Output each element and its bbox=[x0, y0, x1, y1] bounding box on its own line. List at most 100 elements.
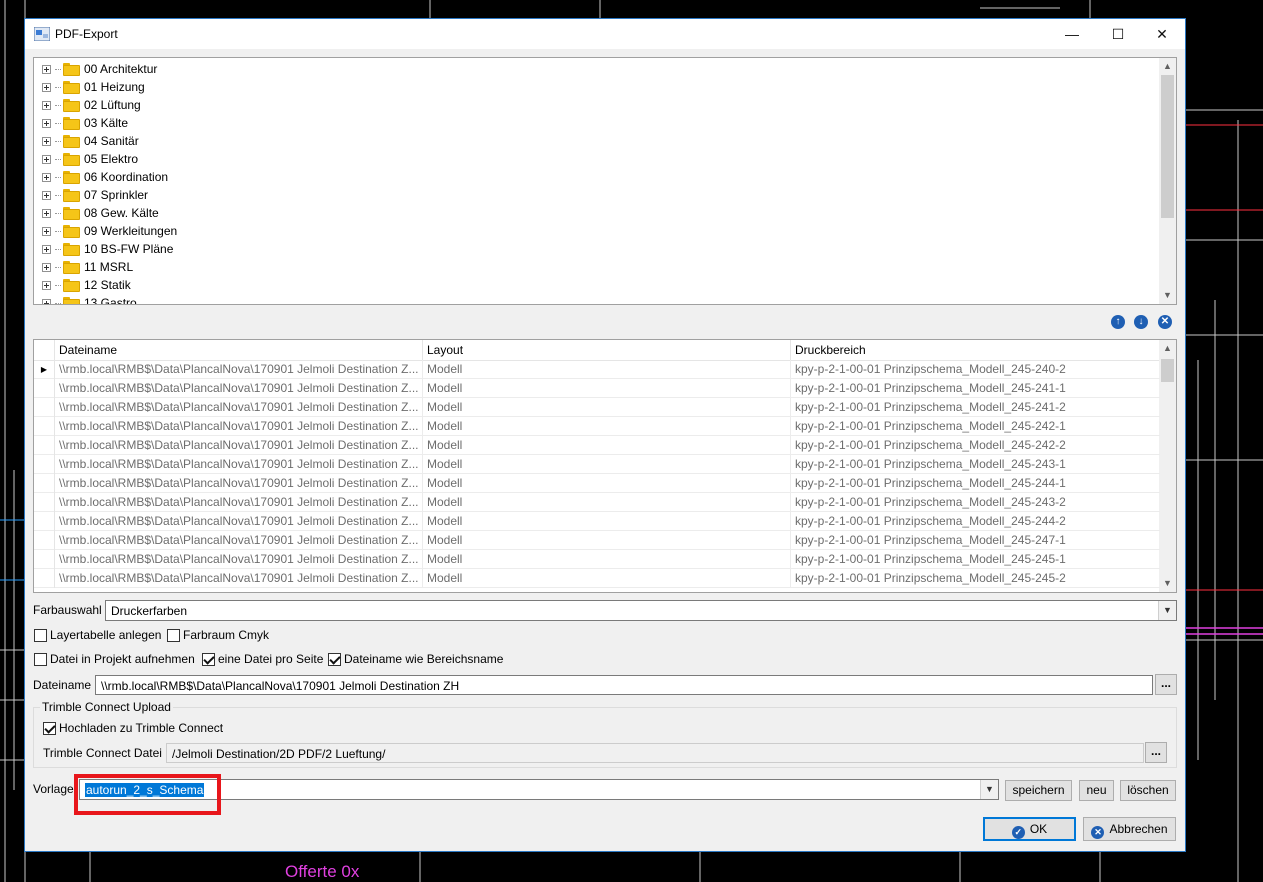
cell-dateiname[interactable]: \\rmb.local\RMB$\Data\PlancalNova\170901… bbox=[55, 569, 423, 588]
expand-plus-icon[interactable] bbox=[42, 82, 51, 92]
expand-plus-icon[interactable] bbox=[42, 298, 51, 304]
cell-dateiname[interactable]: \\rmb.local\RMB$\Data\PlancalNova\170901… bbox=[55, 531, 423, 550]
cancel-button[interactable]: ✕ Abbrechen bbox=[1083, 817, 1176, 841]
cell-layout[interactable]: Modell bbox=[423, 550, 791, 569]
scroll-up-arrow-icon[interactable]: ▲ bbox=[1159, 58, 1176, 75]
cell-dateiname[interactable]: \\rmb.local\RMB$\Data\PlancalNova\170901… bbox=[55, 360, 423, 379]
cell-layout[interactable]: Modell bbox=[423, 474, 791, 493]
arrow-down-icon[interactable]: ↓ bbox=[1134, 315, 1148, 329]
row-header[interactable] bbox=[34, 436, 55, 455]
row-header[interactable] bbox=[34, 417, 55, 436]
table-row[interactable]: \\rmb.local\RMB$\Data\PlancalNova\170901… bbox=[34, 474, 1160, 493]
export-grid[interactable]: Dateiname Layout Druckbereich ▲ ▼ ▶ \\rmb… bbox=[33, 339, 1177, 593]
tree-item[interactable]: 03 Kälte bbox=[42, 114, 128, 132]
trimble-browse-button[interactable]: ... bbox=[1145, 742, 1167, 763]
row-header[interactable] bbox=[34, 455, 55, 474]
row-header[interactable] bbox=[34, 531, 55, 550]
table-row[interactable]: \\rmb.local\RMB$\Data\PlancalNova\170901… bbox=[34, 531, 1160, 550]
tree-item[interactable]: 10 BS-FW Pläne bbox=[42, 240, 173, 258]
scroll-thumb[interactable] bbox=[1161, 359, 1174, 382]
name-as-area-box[interactable] bbox=[328, 652, 341, 666]
cell-druckbereich[interactable]: kpy-p-2-1-00-01 Prinzipschema_Modell_245… bbox=[791, 455, 1160, 474]
scroll-up-arrow-icon[interactable]: ▲ bbox=[1159, 340, 1176, 357]
table-row[interactable]: \\rmb.local\RMB$\Data\PlancalNova\170901… bbox=[34, 550, 1160, 569]
color-select[interactable]: Druckerfarben ▼ bbox=[105, 600, 1177, 621]
cell-layout[interactable]: Modell bbox=[423, 512, 791, 531]
scroll-down-arrow-icon[interactable]: ▼ bbox=[1159, 575, 1176, 592]
table-row[interactable]: \\rmb.local\RMB$\Data\PlancalNova\170901… bbox=[34, 512, 1160, 531]
scroll-thumb[interactable] bbox=[1161, 75, 1174, 218]
cell-druckbereich[interactable]: kpy-p-2-1-00-01 Prinzipschema_Modell_245… bbox=[791, 379, 1160, 398]
cell-druckbereich[interactable]: kpy-p-2-1-00-01 Prinzipschema_Modell_245… bbox=[791, 360, 1160, 379]
minimize-button[interactable]: — bbox=[1049, 19, 1095, 49]
cell-druckbereich[interactable]: kpy-p-2-1-00-01 Prinzipschema_Modell_245… bbox=[791, 569, 1160, 588]
template-new-button[interactable]: neu bbox=[1079, 780, 1114, 801]
name-as-area-checkbox[interactable]: Dateiname wie Bereichsname bbox=[328, 652, 503, 666]
tree-item[interactable]: 09 Werkleitungen bbox=[42, 222, 177, 240]
table-row[interactable]: \\rmb.local\RMB$\Data\PlancalNova\170901… bbox=[34, 417, 1160, 436]
cell-dateiname[interactable]: \\rmb.local\RMB$\Data\PlancalNova\170901… bbox=[55, 455, 423, 474]
cell-druckbereich[interactable]: kpy-p-2-1-00-01 Prinzipschema_Modell_245… bbox=[791, 398, 1160, 417]
trimble-file-input[interactable]: /Jelmoli Destination/2D PDF/2 Lueftung/ bbox=[166, 743, 1144, 763]
expand-plus-icon[interactable] bbox=[42, 208, 51, 218]
expand-plus-icon[interactable] bbox=[42, 136, 51, 146]
tree-item[interactable]: 04 Sanitär bbox=[42, 132, 139, 150]
expand-plus-icon[interactable] bbox=[42, 280, 51, 290]
cell-layout[interactable]: Modell bbox=[423, 531, 791, 550]
cell-layout[interactable]: Modell bbox=[423, 379, 791, 398]
add-to-project-checkbox[interactable]: Datei in Projekt aufnehmen bbox=[34, 652, 195, 666]
table-row[interactable]: \\rmb.local\RMB$\Data\PlancalNova\170901… bbox=[34, 436, 1160, 455]
cell-dateiname[interactable]: \\rmb.local\RMB$\Data\PlancalNova\170901… bbox=[55, 398, 423, 417]
cell-layout[interactable]: Modell bbox=[423, 455, 791, 474]
one-file-per-page-box[interactable] bbox=[202, 652, 215, 666]
cell-dateiname[interactable]: \\rmb.local\RMB$\Data\PlancalNova\170901… bbox=[55, 474, 423, 493]
grid-scrollbar[interactable]: ▲ ▼ bbox=[1159, 340, 1176, 592]
row-header[interactable] bbox=[34, 550, 55, 569]
ok-button[interactable]: ✓ OK bbox=[983, 817, 1076, 841]
row-header[interactable] bbox=[34, 379, 55, 398]
template-delete-button[interactable]: löschen bbox=[1120, 780, 1176, 801]
expand-plus-icon[interactable] bbox=[42, 64, 51, 74]
row-header[interactable] bbox=[34, 569, 55, 588]
cmyk-box[interactable] bbox=[167, 628, 180, 642]
tree-item[interactable]: 02 Lüftung bbox=[42, 96, 141, 114]
cell-druckbereich[interactable]: kpy-p-2-1-00-01 Prinzipschema_Modell_245… bbox=[791, 512, 1160, 531]
table-row[interactable]: \\rmb.local\RMB$\Data\PlancalNova\170901… bbox=[34, 455, 1160, 474]
cell-layout[interactable]: Modell bbox=[423, 436, 791, 455]
tree-item[interactable]: 00 Architektur bbox=[42, 60, 157, 78]
cmyk-checkbox[interactable]: Farbraum Cmyk bbox=[167, 628, 269, 642]
cell-druckbereich[interactable]: kpy-p-2-1-00-01 Prinzipschema_Modell_245… bbox=[791, 436, 1160, 455]
filename-browse-button[interactable]: ... bbox=[1155, 674, 1177, 695]
table-row[interactable]: ▶ \\rmb.local\RMB$\Data\PlancalNova\17090… bbox=[34, 360, 1160, 379]
chevron-down-icon[interactable]: ▼ bbox=[980, 780, 998, 799]
cell-layout[interactable]: Modell bbox=[423, 360, 791, 379]
expand-plus-icon[interactable] bbox=[42, 100, 51, 110]
scroll-down-arrow-icon[interactable]: ▼ bbox=[1159, 287, 1176, 304]
tree-item[interactable]: 13 Gastro bbox=[42, 294, 137, 304]
tree-item[interactable]: 06 Koordination bbox=[42, 168, 168, 186]
cell-druckbereich[interactable]: kpy-p-2-1-00-01 Prinzipschema_Modell_245… bbox=[791, 474, 1160, 493]
cell-dateiname[interactable]: \\rmb.local\RMB$\Data\PlancalNova\170901… bbox=[55, 550, 423, 569]
tree-item[interactable]: 11 MSRL bbox=[42, 258, 133, 276]
filename-input[interactable]: \\rmb.local\RMB$\Data\PlancalNova\170901… bbox=[95, 675, 1153, 695]
layer-table-checkbox[interactable]: Layertabelle anlegen bbox=[34, 628, 161, 642]
cell-druckbereich[interactable]: kpy-p-2-1-00-01 Prinzipschema_Modell_245… bbox=[791, 493, 1160, 512]
table-row[interactable]: \\rmb.local\RMB$\Data\PlancalNova\170901… bbox=[34, 493, 1160, 512]
cell-layout[interactable]: Modell bbox=[423, 417, 791, 436]
column-header-dateiname[interactable]: Dateiname bbox=[55, 340, 423, 360]
column-header-druckbereich[interactable]: Druckbereich bbox=[791, 340, 1160, 360]
row-header[interactable] bbox=[34, 493, 55, 512]
cell-druckbereich[interactable]: kpy-p-2-1-00-01 Prinzipschema_Modell_245… bbox=[791, 550, 1160, 569]
cell-dateiname[interactable]: \\rmb.local\RMB$\Data\PlancalNova\170901… bbox=[55, 436, 423, 455]
expand-plus-icon[interactable] bbox=[42, 226, 51, 236]
expand-plus-icon[interactable] bbox=[42, 190, 51, 200]
tree-item[interactable]: 05 Elektro bbox=[42, 150, 138, 168]
expand-plus-icon[interactable] bbox=[42, 118, 51, 128]
chevron-down-icon[interactable]: ▼ bbox=[1158, 601, 1176, 620]
expand-plus-icon[interactable] bbox=[42, 172, 51, 182]
folder-tree[interactable]: ▲ ▼ 00 Architektur 01 Heizung 02 Lüftung 03… bbox=[33, 57, 1177, 305]
cell-dateiname[interactable]: \\rmb.local\RMB$\Data\PlancalNova\170901… bbox=[55, 417, 423, 436]
row-header[interactable]: ▶ bbox=[34, 360, 55, 379]
tree-item[interactable]: 07 Sprinkler bbox=[42, 186, 148, 204]
column-header-layout[interactable]: Layout bbox=[423, 340, 791, 360]
